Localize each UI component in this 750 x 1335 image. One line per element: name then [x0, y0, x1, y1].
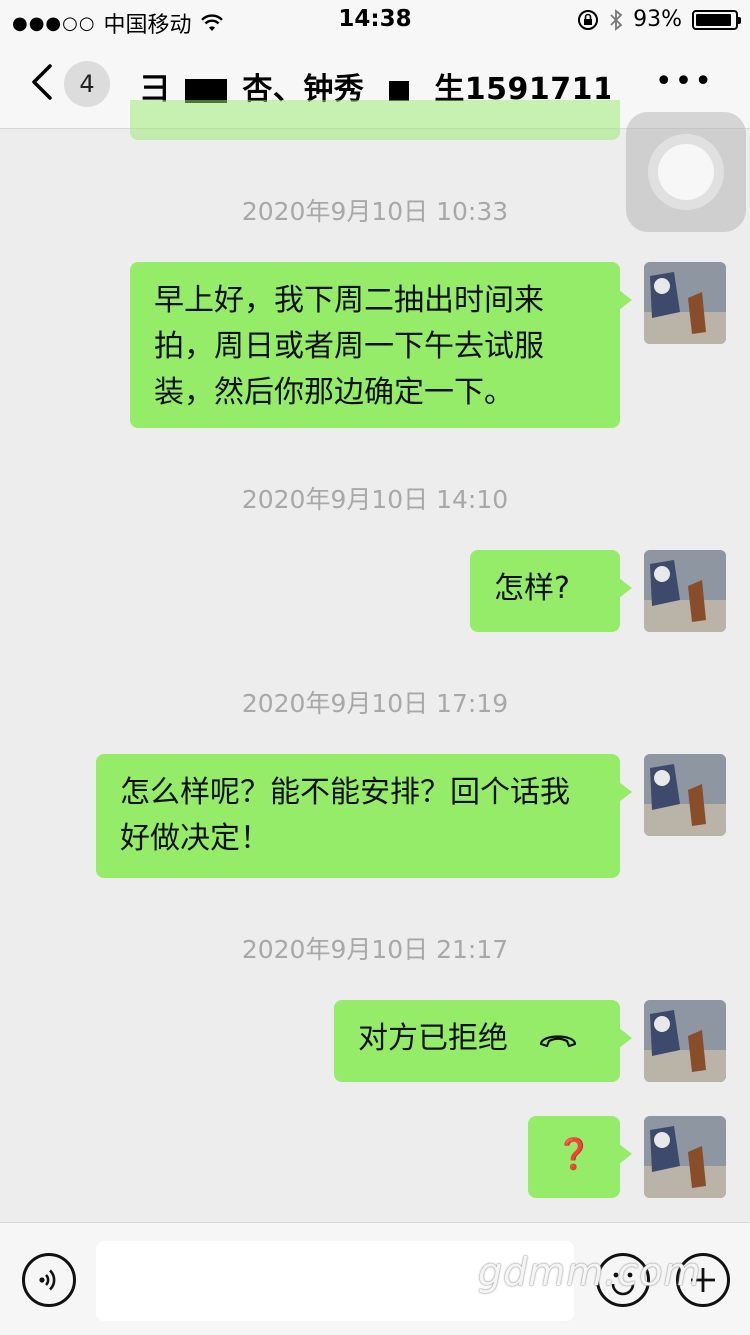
previous-bubble-edge — [130, 100, 620, 140]
message-text: 怎样? — [494, 571, 570, 606]
redaction-block — [185, 78, 228, 103]
timestamp: 2020年9月10日 14:10 — [241, 485, 509, 514]
question-emoji: ❓ — [555, 1137, 593, 1172]
rotation-lock-icon — [578, 9, 599, 30]
voice-icon[interactable] — [22, 1253, 76, 1307]
unread-badge[interactable]: 4 — [64, 61, 110, 107]
message-bubble[interactable]: 早上好，我下周二抽出时间来拍，周日或者周一下午去试服装，然后你那边确定一下。 — [130, 262, 632, 428]
bluetooth-icon — [610, 8, 623, 31]
message-bubble[interactable]: 怎样? — [470, 550, 632, 632]
timestamp: 2020年9月10日 10:33 — [241, 197, 509, 226]
avatar[interactable] — [644, 754, 726, 836]
battery-percent: 93% — [633, 7, 682, 32]
battery-fill — [696, 13, 732, 26]
message-bubble[interactable]: 怎么样呢？能不能安排？回个话我好做决定！ — [96, 754, 632, 878]
avatar-image — [644, 262, 726, 344]
redaction-block — [389, 80, 410, 101]
message-text: 早上好，我下周二抽出时间来拍，周日或者周一下午去试服装，然后你那边确定一下。 — [154, 283, 544, 410]
avatar[interactable] — [644, 550, 726, 632]
status-bar: ●●●○○ 中国移动 14:38 93% — [0, 0, 750, 40]
message-text: 怎么样呢？能不能安排？回个话我好做决定！ — [120, 775, 570, 856]
avatar-image — [644, 1000, 726, 1082]
phone-hangup-icon — [539, 1034, 576, 1047]
call-record-bubble[interactable]: 对方已拒绝 — [334, 1000, 632, 1082]
avatar-image — [644, 1116, 726, 1198]
avatar-image — [644, 754, 726, 836]
watermark: gdmm.com — [478, 1250, 702, 1294]
timestamp: 2020年9月10日 17:19 — [241, 689, 509, 718]
message-text: 对方已拒绝 — [358, 1021, 508, 1056]
more-icon[interactable]: ••• — [655, 67, 714, 97]
chevron-left-icon[interactable] — [24, 60, 64, 104]
message-bubble[interactable]: ❓ — [528, 1116, 632, 1198]
avatar-image — [644, 550, 726, 632]
avatar[interactable] — [644, 1116, 726, 1198]
avatar[interactable] — [644, 1000, 726, 1082]
avatar[interactable] — [644, 262, 726, 344]
battery-icon — [692, 9, 741, 30]
timestamp: 2020年9月10日 21:17 — [241, 935, 509, 964]
